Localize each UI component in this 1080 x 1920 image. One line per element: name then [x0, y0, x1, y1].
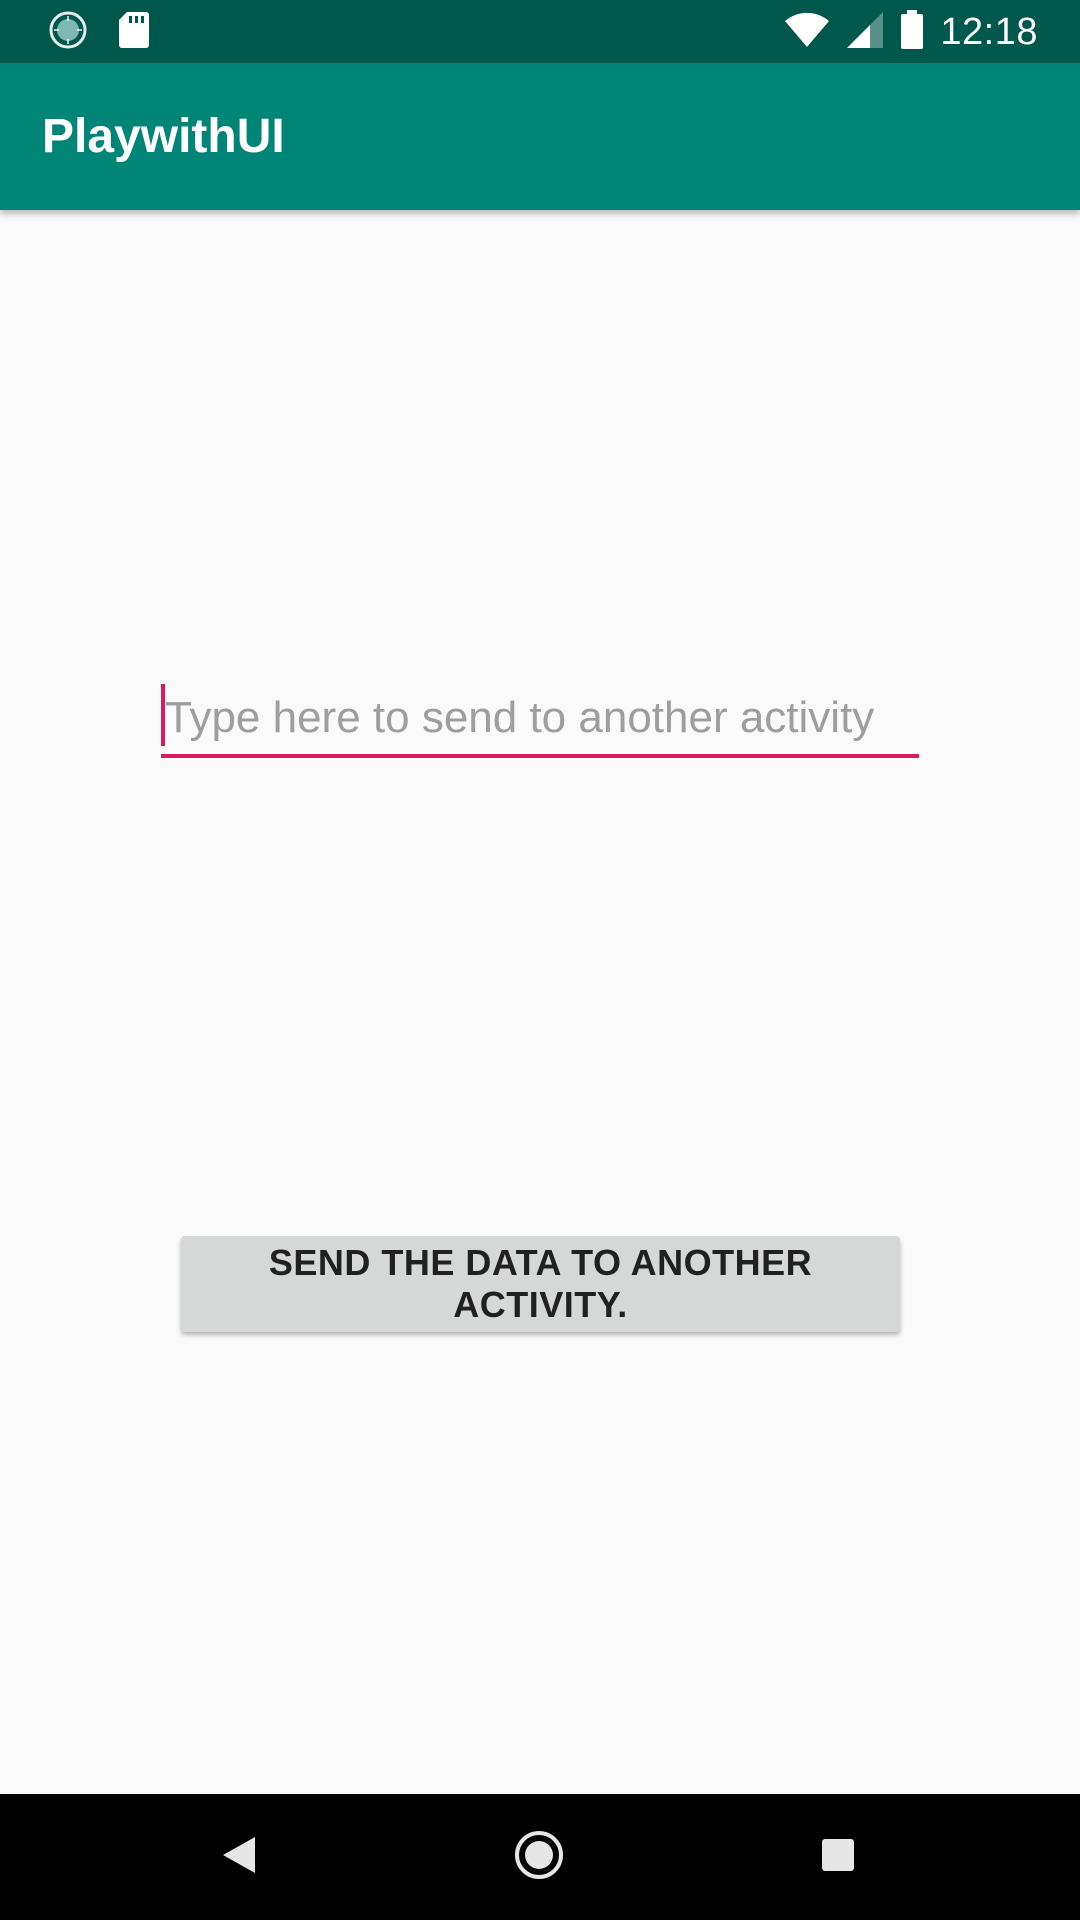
recents-button[interactable] [806, 1825, 870, 1889]
app-bar: PlaywithUI [0, 63, 1080, 210]
home-button[interactable] [507, 1825, 571, 1889]
send-data-button[interactable]: SEND THE DATA TO ANOTHER ACTIVITY. [181, 1236, 900, 1332]
status-bar: 12:18 [0, 0, 1080, 63]
app-title: PlaywithUI [42, 110, 285, 163]
text-cursor [161, 684, 165, 746]
sd-card-icon [118, 11, 150, 53]
battery-icon [900, 10, 924, 54]
navigation-bar [0, 1794, 1080, 1920]
status-right-icons: 12:18 [784, 8, 1038, 56]
sync-progress-icon [48, 10, 88, 54]
home-icon [513, 1829, 565, 1885]
back-button[interactable] [208, 1825, 272, 1889]
recents-icon [820, 1837, 856, 1877]
cell-signal-icon [846, 11, 884, 53]
status-left-icons [48, 10, 150, 54]
back-icon [221, 1835, 259, 1879]
send-text-input[interactable] [161, 682, 919, 758]
status-time: 12:18 [940, 10, 1038, 53]
wifi-icon [784, 12, 830, 52]
